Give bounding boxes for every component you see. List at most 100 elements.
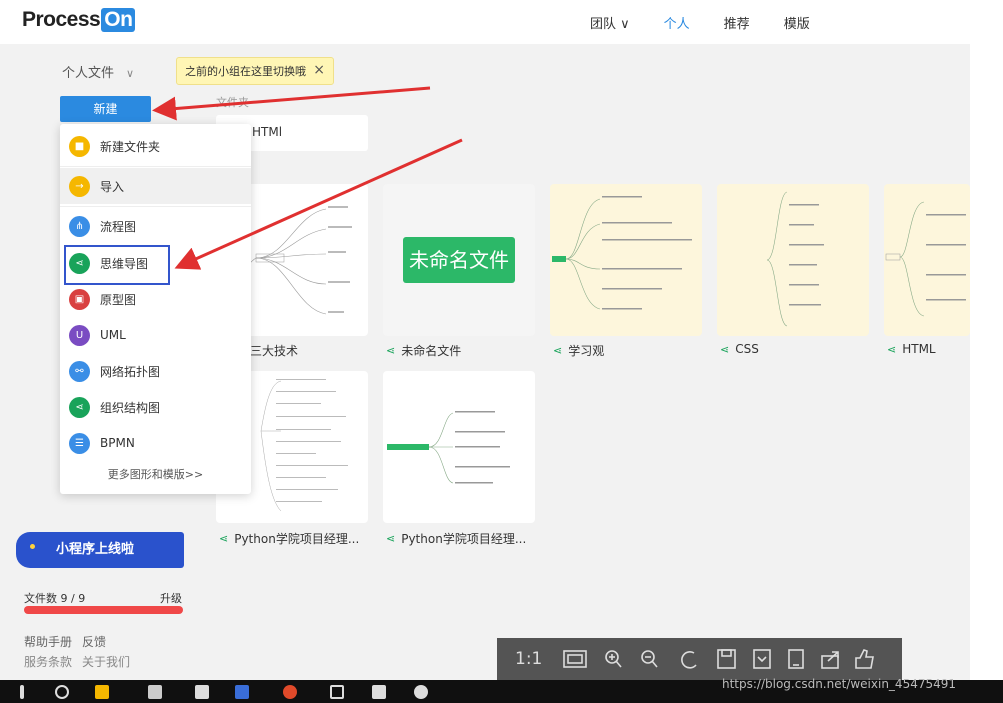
- file-name: CSS: [735, 342, 759, 356]
- file-card[interactable]: [383, 371, 535, 523]
- upgrade-link[interactable]: 升级: [160, 590, 182, 606]
- top-header: Process On 团队 ∨ 个人 推荐 模版: [0, 0, 1003, 44]
- uml-icon: U: [69, 324, 90, 346]
- menu-item-new-folder[interactable]: ■ 新建文件夹: [60, 128, 251, 164]
- menu-divider: [60, 206, 251, 207]
- nav-templates[interactable]: 模版: [784, 13, 810, 32]
- context-label: 个人文件: [62, 66, 115, 81]
- file-count: 文件数 9 / 9: [24, 592, 86, 605]
- zoom-out-icon: [641, 650, 658, 668]
- menu-item-label: 原型图: [100, 292, 137, 307]
- file-label[interactable]: ⋖ 学习观: [553, 342, 604, 359]
- taskbar-explorer-icon[interactable]: [95, 685, 109, 699]
- taskbar-start-icon[interactable]: [20, 685, 24, 699]
- bpmn-icon: ☰: [69, 432, 90, 454]
- taskbar-app-icon[interactable]: [330, 685, 344, 699]
- taskbar-app-icon[interactable]: [235, 685, 249, 699]
- file-card[interactable]: [884, 184, 970, 336]
- new-button[interactable]: 新建: [60, 96, 151, 122]
- taskbar-app-icon[interactable]: [283, 685, 297, 699]
- tablet-icon: [788, 649, 805, 669]
- processon-logo[interactable]: Process On: [22, 8, 136, 32]
- folder-icon: ■: [69, 135, 90, 157]
- file-card[interactable]: [717, 184, 869, 336]
- file-card[interactable]: 未命名文件: [383, 184, 535, 336]
- prototype-icon: ▣: [69, 288, 90, 310]
- file-usage-bar: [24, 606, 183, 614]
- menu-item-label: UML: [100, 328, 126, 342]
- menu-item-label: 新建文件夹: [100, 139, 161, 154]
- untitled-thumbnail-text: 未命名文件: [403, 237, 515, 283]
- menu-item-label: 流程图: [100, 219, 137, 234]
- new-dropdown-menu: ■ 新建文件夹 → 导入 ⋔ 流程图 ⋖ 思维导图 ▣ 原型图 U UML ⚯ …: [60, 124, 251, 494]
- file-label[interactable]: ⋖ CSS: [720, 342, 759, 356]
- bookmark-icon: [753, 649, 772, 669]
- menu-item-bpmn[interactable]: ☰ BPMN: [60, 425, 251, 461]
- share-icon: [821, 651, 840, 669]
- close-icon[interactable]: ×: [313, 62, 325, 78]
- help-manual-link[interactable]: 帮助手册: [24, 635, 72, 649]
- taskbar-search-icon[interactable]: [55, 685, 69, 699]
- taskbar-app-icon[interactable]: [414, 685, 428, 699]
- file-name: Python学院项目经理...: [234, 532, 360, 546]
- logo-text: Process: [22, 8, 101, 31]
- help-links: 帮助手册 反馈: [24, 633, 116, 650]
- file-name: HTML: [902, 342, 936, 356]
- fit-icon: [563, 650, 588, 668]
- mindmap-thumbnail: [552, 196, 692, 310]
- menu-divider: [60, 166, 251, 167]
- file-name: 学习观: [568, 344, 605, 358]
- mindmap-thumbnail: [387, 411, 510, 484]
- mindmap-icon: ⋖: [219, 532, 229, 545]
- import-icon: →: [69, 175, 90, 197]
- mindmap-thumbnail: [766, 191, 824, 327]
- mindmap-icon: ⋖: [386, 344, 396, 357]
- file-label[interactable]: ⋖ HTML: [887, 342, 936, 356]
- menu-item-label: 网络拓扑图: [100, 364, 161, 379]
- context-switcher[interactable]: 个人文件 ∨: [62, 62, 134, 81]
- mindmap-highlight-box: [64, 245, 170, 285]
- menu-item-network[interactable]: ⚯ 网络拓扑图: [60, 353, 251, 389]
- image-viewer-toolbar: 1:1: [497, 638, 902, 680]
- mini-program-banner[interactable]: 小程序上线啦: [16, 532, 184, 568]
- menu-item-flowchart[interactable]: ⋔ 流程图: [60, 208, 251, 244]
- more-templates-link[interactable]: 更多图形和模版>>: [60, 466, 251, 482]
- like-icon: [855, 649, 875, 669]
- menu-item-uml[interactable]: U UML: [60, 317, 251, 353]
- orgchart-icon: ⋖: [69, 396, 90, 418]
- save-icon: [717, 649, 737, 669]
- taskbar-store-icon[interactable]: [148, 685, 162, 699]
- nav-team[interactable]: 团队 ∨: [590, 13, 630, 32]
- terms-link[interactable]: 服务条款: [24, 655, 72, 669]
- logo-on-badge: On: [101, 8, 136, 32]
- feedback-link[interactable]: 反馈: [82, 635, 106, 649]
- menu-item-label: 组织结构图: [100, 400, 161, 415]
- file-label[interactable]: ⋖ Python学院项目经理...: [386, 530, 526, 547]
- legal-links: 服务条款 关于我们: [24, 653, 140, 670]
- mindmap-thumbnail: [885, 201, 966, 317]
- nav-personal[interactable]: 个人: [664, 13, 690, 32]
- file-label[interactable]: ⋖ 未命名文件: [386, 342, 461, 359]
- rotate-icon: [681, 651, 697, 669]
- folder-name: HTMl: [252, 125, 283, 139]
- network-icon: ⚯: [69, 360, 90, 382]
- menu-item-prototype[interactable]: ▣ 原型图: [60, 281, 251, 317]
- tip-text: 之前的小组在这里切换哦: [185, 65, 306, 78]
- top-nav: 团队 ∨ 个人 推荐 模版: [590, 13, 844, 32]
- menu-item-label: BPMN: [100, 436, 135, 450]
- taskbar-app-icon[interactable]: [195, 685, 209, 699]
- about-link[interactable]: 关于我们: [82, 655, 130, 669]
- menu-item-import[interactable]: → 导入: [60, 168, 251, 204]
- taskbar-app-icon[interactable]: [372, 685, 386, 699]
- menu-item-orgchart[interactable]: ⋖ 组织结构图: [60, 389, 251, 425]
- file-name: 未命名文件: [401, 344, 462, 358]
- folder-section-label: 文件夹: [216, 96, 249, 109]
- file-label[interactable]: ⋖ Python学院项目经理...: [219, 530, 359, 547]
- url-watermark: https://blog.csdn.net/weixin_45475491: [722, 677, 957, 691]
- menu-item-label: 导入: [100, 179, 125, 194]
- flowchart-icon: ⋔: [69, 215, 90, 237]
- nav-recommend[interactable]: 推荐: [724, 13, 750, 32]
- file-card[interactable]: [550, 184, 702, 336]
- mindmap-icon: ⋖: [720, 342, 730, 356]
- actual-size-button[interactable]: 1:1: [515, 649, 542, 669]
